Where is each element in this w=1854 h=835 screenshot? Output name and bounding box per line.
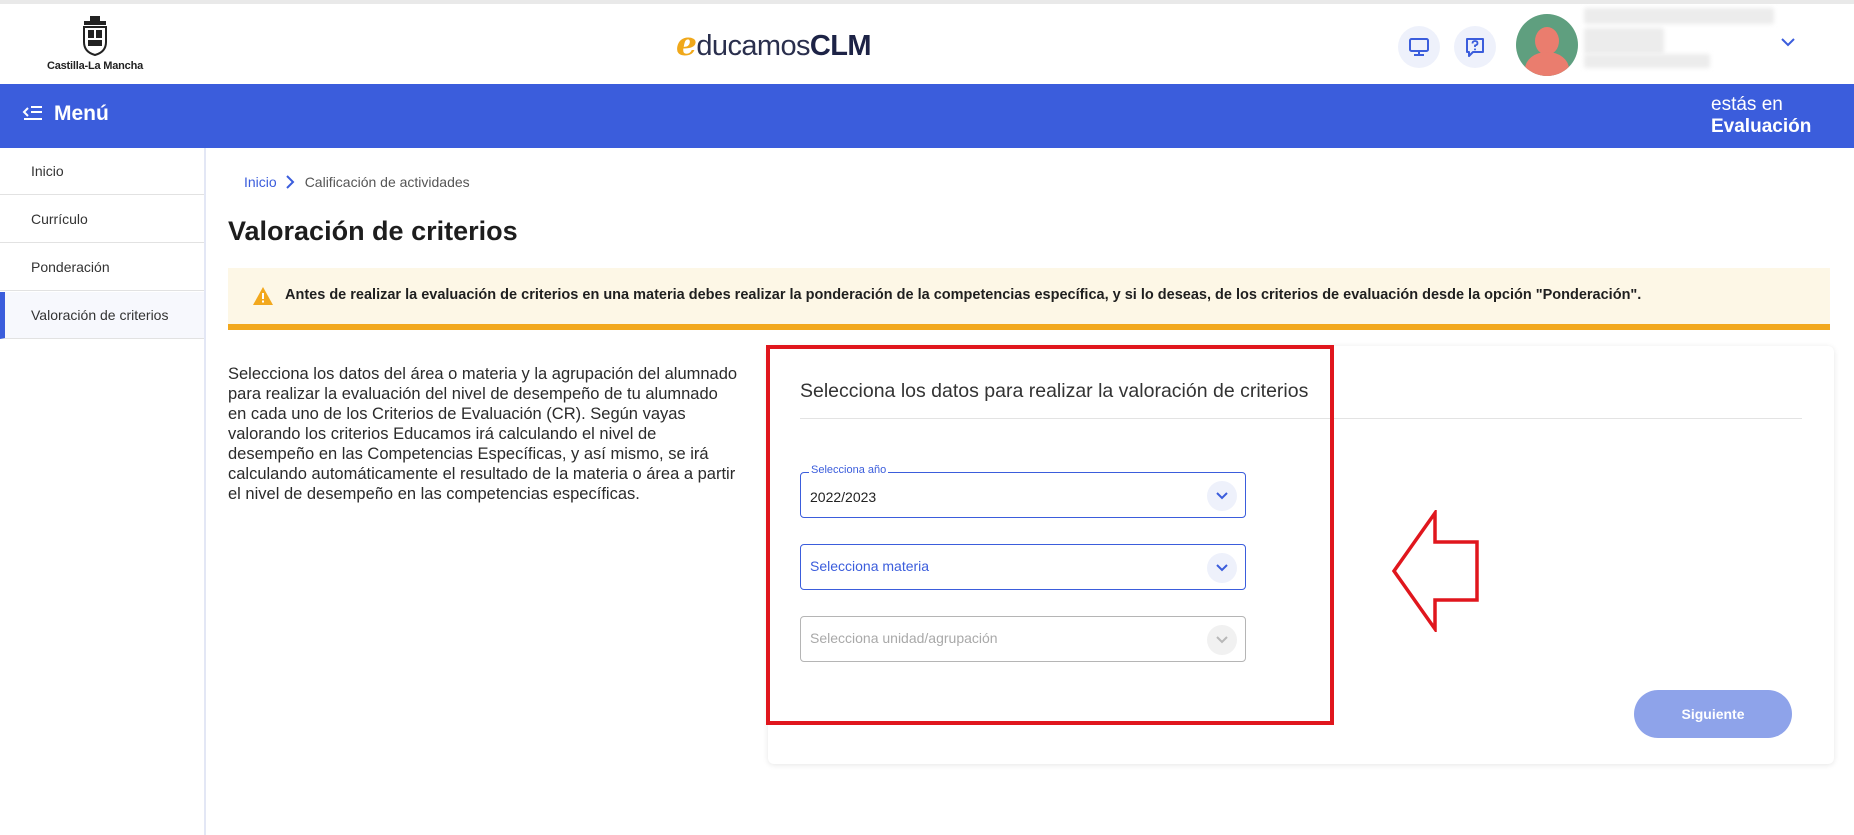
- coat-of-arms-icon: [83, 16, 107, 56]
- chevron-down-icon: [1216, 492, 1228, 500]
- year-select-chevron[interactable]: [1207, 481, 1237, 511]
- subject-select-chevron[interactable]: [1207, 553, 1237, 583]
- warning-alert: Antes de realizar la evaluación de crite…: [228, 268, 1830, 330]
- sidebar-item-ponderacion[interactable]: Ponderación: [0, 244, 204, 291]
- group-select-chevron[interactable]: [1207, 625, 1237, 655]
- menu-collapse-icon: [22, 106, 42, 120]
- group-select-placeholder: Selecciona unidad/agrupación: [810, 630, 998, 646]
- selection-card: Selecciona los datos para realizar la va…: [768, 346, 1834, 764]
- next-button[interactable]: Siguiente: [1634, 690, 1792, 738]
- subject-select[interactable]: Selecciona materia: [800, 544, 1246, 590]
- sidebar-item-valoracion-criterios[interactable]: Valoración de criterios: [0, 292, 204, 339]
- warning-icon: [253, 287, 273, 305]
- year-select[interactable]: Selecciona año 2022/2023: [800, 464, 1246, 518]
- user-detail-redacted: [1584, 54, 1710, 68]
- menu-label: Menú: [54, 102, 109, 125]
- current-module-prefix: estás en: [1711, 94, 1783, 115]
- current-module-name: Evaluación: [1711, 116, 1812, 137]
- current-module: estás en Evaluación: [1711, 94, 1811, 138]
- chevron-down-icon: [1216, 564, 1228, 572]
- user-menu-chevron-icon[interactable]: [1780, 36, 1796, 48]
- intro-text: Selecciona los datos del área o materia …: [228, 365, 738, 503]
- chevron-down-icon: [1216, 636, 1228, 644]
- brand-e-mark: e: [676, 24, 697, 63]
- breadcrumb-home-link[interactable]: Inicio: [244, 174, 277, 190]
- main-menubar: Menú estás en Evaluación: [0, 84, 1854, 148]
- brand-name-light: ducamos: [696, 30, 810, 62]
- brand-name-bold: CLM: [809, 30, 872, 62]
- card-title: Selecciona los datos para realizar la va…: [800, 380, 1309, 402]
- desktop-button[interactable]: [1398, 26, 1440, 68]
- warning-message: Antes de realizar la evaluación de crite…: [285, 287, 1642, 303]
- user-role-redacted: [1584, 28, 1664, 54]
- castilla-la-mancha-logo[interactable]: Castilla-La Mancha: [40, 16, 150, 76]
- help-icon: [1466, 38, 1484, 57]
- breadcrumb-current: Calificación de actividades: [304, 174, 470, 190]
- breadcrumb-chevron-icon: [285, 175, 295, 189]
- user-avatar[interactable]: [1516, 14, 1578, 76]
- year-select-value: 2022/2023: [810, 489, 877, 505]
- sidebar-nav: Inicio Currículo Ponderación Valoración …: [0, 148, 206, 835]
- subject-select-placeholder: Selecciona materia: [810, 558, 930, 574]
- sidebar-item-curriculo[interactable]: Currículo: [0, 196, 204, 243]
- educamos-brand-logo[interactable]: educamosCLM: [676, 24, 872, 68]
- gov-logo-text: Castilla-La Mancha: [46, 60, 144, 72]
- year-select-label: Selecciona año: [809, 464, 889, 476]
- app-header: Castilla-La Mancha educamosCLM: [0, 4, 1854, 84]
- menu-toggle-button[interactable]: Menú: [22, 102, 109, 126]
- sidebar-item-inicio[interactable]: Inicio: [0, 148, 204, 195]
- help-button[interactable]: [1454, 26, 1496, 68]
- left-arrow-icon: [1391, 510, 1479, 632]
- page-title: Valoración de criterios: [228, 216, 518, 246]
- breadcrumb: Inicio Calificación de actividades: [244, 174, 470, 190]
- user-name-redacted: [1584, 8, 1774, 24]
- card-divider: [800, 418, 1802, 419]
- desktop-icon: [1409, 38, 1429, 56]
- group-select[interactable]: Selecciona unidad/agrupación: [800, 616, 1246, 662]
